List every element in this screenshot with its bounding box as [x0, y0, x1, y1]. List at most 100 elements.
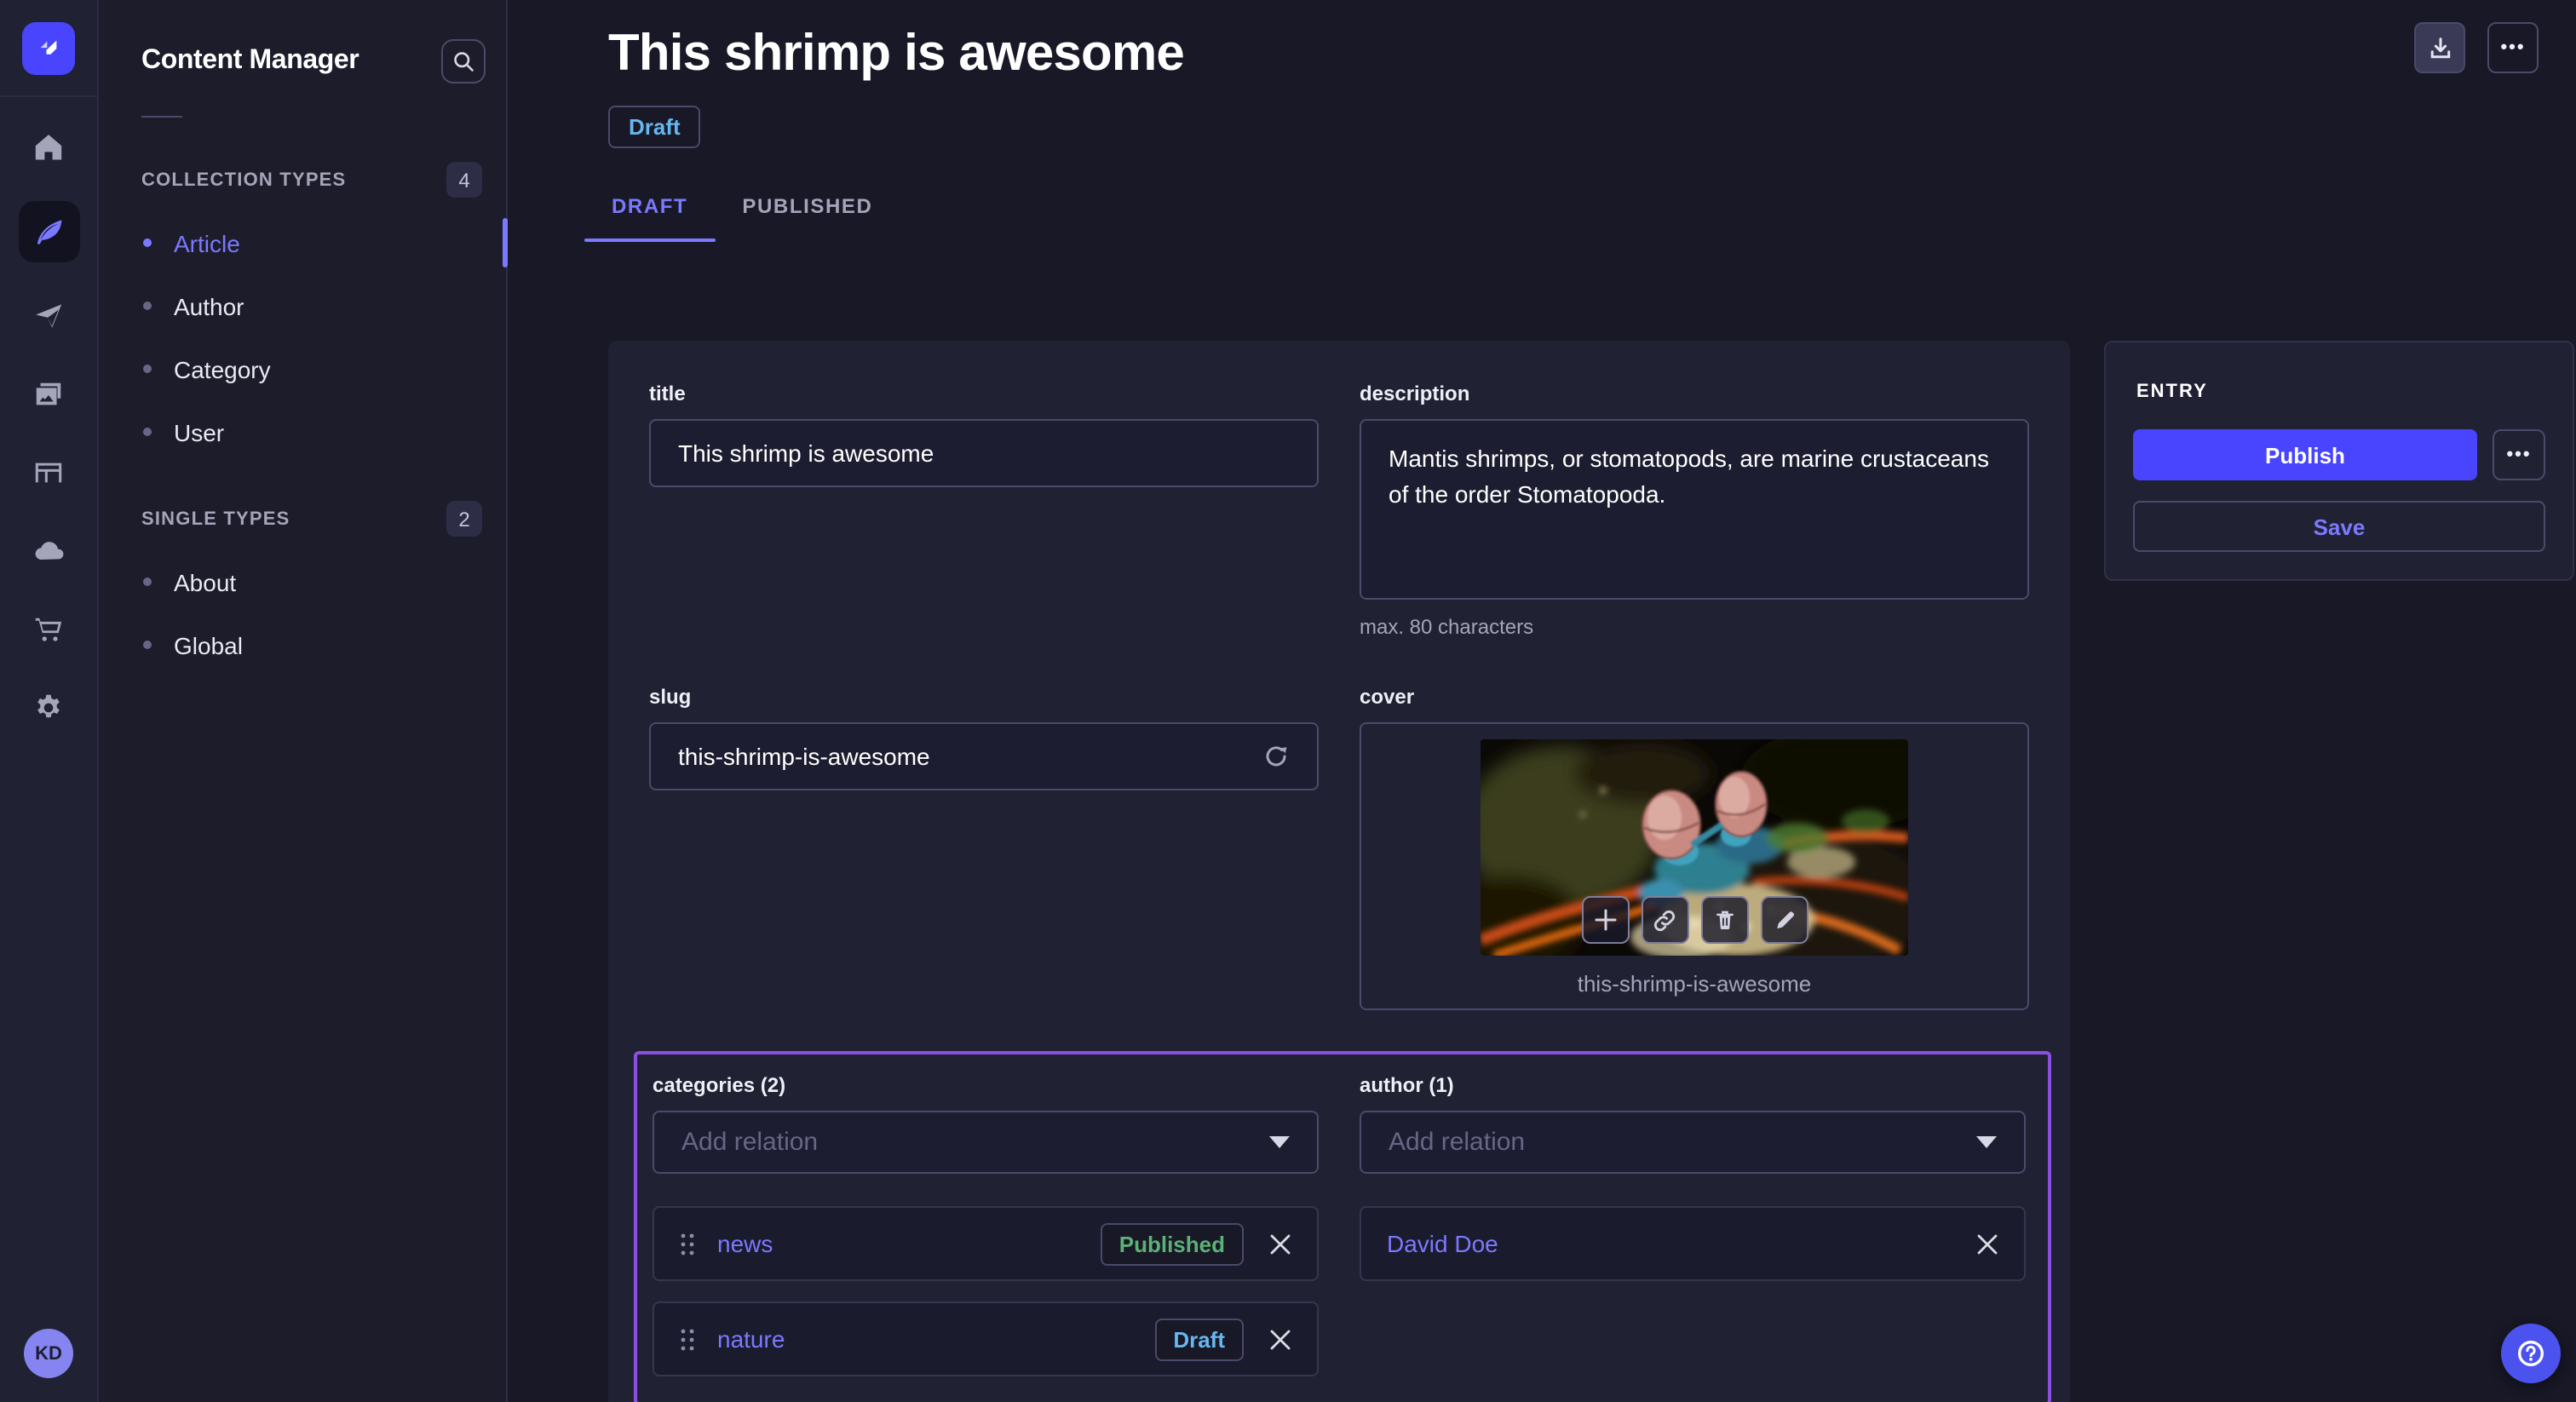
bullet-icon [143, 302, 152, 310]
field-title: title This shrimp is awesome [649, 382, 1319, 639]
relation-row-nature: nature Draft [653, 1301, 1319, 1376]
field-label-title: title [649, 382, 1319, 405]
header-more-button[interactable]: ••• [2487, 22, 2539, 73]
sidebar-item-label: Global [174, 631, 243, 658]
entry-panel: ENTRY Publish ••• Save [2104, 341, 2574, 581]
field-label-categories: categories (2) [653, 1073, 1319, 1097]
description-hint: max. 80 characters [1360, 615, 2029, 639]
cover-copy-link-button[interactable] [1641, 896, 1688, 944]
sidebar-item-label: Author [174, 292, 244, 319]
divider [141, 116, 182, 118]
sidebar-item-category[interactable]: Category [99, 337, 506, 400]
close-icon [1976, 1232, 1998, 1255]
plus-icon [1593, 908, 1617, 932]
description-value: Mantis shrimps, or stomatopods, are mari… [1389, 445, 1989, 508]
strapi-logo-icon [34, 33, 63, 62]
slug-input[interactable]: this-shrimp-is-awesome [649, 722, 1319, 790]
title-input[interactable]: This shrimp is awesome [649, 419, 1319, 487]
cover-delete-button[interactable] [1700, 896, 1748, 944]
entry-more-button[interactable]: ••• [2493, 429, 2545, 480]
cloud-icon[interactable] [18, 526, 79, 576]
single-types-count: 2 [446, 501, 482, 537]
relation-status-badge: Published [1101, 1222, 1244, 1265]
categories-placeholder: Add relation [681, 1128, 818, 1157]
relation-link-nature[interactable]: nature [717, 1325, 785, 1353]
content-manager-icon[interactable] [18, 201, 79, 262]
home-icon[interactable] [18, 123, 79, 172]
sidebar-item-article[interactable]: Article [99, 211, 506, 274]
sidebar-item-label: About [174, 568, 236, 595]
field-slug: slug this-shrimp-is-awesome [649, 685, 1319, 1010]
relation-row-news: news Published [653, 1206, 1319, 1281]
categories-add-relation-combobox[interactable]: Add relation [653, 1111, 1319, 1174]
remove-relation-button[interactable] [1269, 1328, 1291, 1350]
status-badge: Draft [608, 106, 701, 148]
release-icon[interactable] [18, 291, 79, 341]
ellipsis-icon: ••• [2500, 37, 2525, 58]
chevron-down-icon [1269, 1136, 1290, 1148]
marketplace-icon[interactable] [18, 605, 79, 654]
ellipsis-icon: ••• [2506, 445, 2531, 465]
field-author: author (1) Add relation David Doe [1360, 1073, 2026, 1376]
chevron-down-icon [1976, 1136, 1997, 1148]
collection-types-count: 4 [446, 162, 482, 198]
sidebar-item-about[interactable]: About [99, 550, 506, 613]
publish-button[interactable]: Publish [2133, 429, 2477, 480]
relation-link-david-doe[interactable]: David Doe [1387, 1230, 1498, 1257]
field-label-author: author (1) [1360, 1073, 2026, 1097]
cover-box: this-shrimp-is-awesome [1360, 722, 2029, 1010]
trash-icon [1712, 908, 1736, 932]
relations-highlight-group: categories (2) Add relation news [634, 1051, 2051, 1402]
sidebar-item-label: Article [174, 229, 240, 256]
description-textarea[interactable]: Mantis shrimps, or stomatopods, are mari… [1360, 419, 2029, 600]
field-label-description: description [1360, 382, 2029, 405]
pencil-icon [1772, 908, 1796, 932]
remove-relation-button[interactable] [1976, 1232, 1998, 1255]
title-value: This shrimp is awesome [678, 440, 934, 467]
field-cover: cover [1360, 685, 2029, 1010]
user-avatar[interactable]: KD [24, 1329, 73, 1378]
app-viewport: KD Content Manager COLLECTION TYPES 4 Ar… [0, 0, 2576, 1402]
author-add-relation-combobox[interactable]: Add relation [1360, 1111, 2026, 1174]
relation-status-badge: Draft [1154, 1318, 1244, 1360]
drag-handle-icon[interactable] [680, 1231, 695, 1256]
save-button[interactable]: Save [2133, 501, 2545, 552]
subnav: Content Manager COLLECTION TYPES 4 Artic… [99, 0, 508, 1402]
main-content: This shrimp is awesome Draft ••• DRAFT P… [508, 0, 2576, 1402]
question-mark-icon [2515, 1337, 2547, 1370]
cover-caption: this-shrimp-is-awesome [1578, 971, 1812, 997]
content-type-builder-icon[interactable] [18, 448, 79, 497]
field-label-cover: cover [1360, 685, 2029, 709]
cover-actions [1581, 896, 1808, 944]
strapi-logo[interactable] [22, 21, 75, 74]
section-label-single-types: SINGLE TYPES [141, 509, 290, 529]
icon-rail: KD [0, 0, 99, 1402]
author-placeholder: Add relation [1389, 1128, 1525, 1157]
sidebar-item-user[interactable]: User [99, 400, 506, 463]
drag-handle-icon[interactable] [680, 1326, 695, 1352]
cover-image [1481, 739, 1908, 956]
media-library-icon[interactable] [18, 370, 79, 419]
cover-edit-button[interactable] [1760, 896, 1808, 944]
sidebar-item-global[interactable]: Global [99, 613, 506, 676]
help-button[interactable] [2501, 1324, 2561, 1383]
remove-relation-button[interactable] [1269, 1232, 1291, 1255]
bullet-icon [143, 238, 152, 247]
relation-link-news[interactable]: news [717, 1230, 773, 1257]
sidebar-item-author[interactable]: Author [99, 274, 506, 337]
bullet-icon [143, 641, 152, 649]
sidebar-item-label: User [174, 418, 224, 445]
settings-gear-icon[interactable] [18, 683, 79, 733]
section-label-collection-types: COLLECTION TYPES [141, 170, 346, 190]
search-button[interactable] [441, 39, 486, 83]
export-button[interactable] [2414, 22, 2465, 73]
subnav-title: Content Manager [141, 46, 359, 77]
cover-add-button[interactable] [1581, 896, 1629, 944]
tab-draft[interactable]: DRAFT [584, 194, 715, 242]
field-description: description Mantis shrimps, or stomatopo… [1360, 382, 2029, 639]
tab-published[interactable]: PUBLISHED [715, 194, 900, 242]
download-icon [2427, 35, 2452, 60]
regenerate-icon[interactable] [1262, 743, 1290, 770]
field-categories: categories (2) Add relation news [653, 1073, 1319, 1376]
entry-panel-label: ENTRY [2136, 382, 2545, 402]
